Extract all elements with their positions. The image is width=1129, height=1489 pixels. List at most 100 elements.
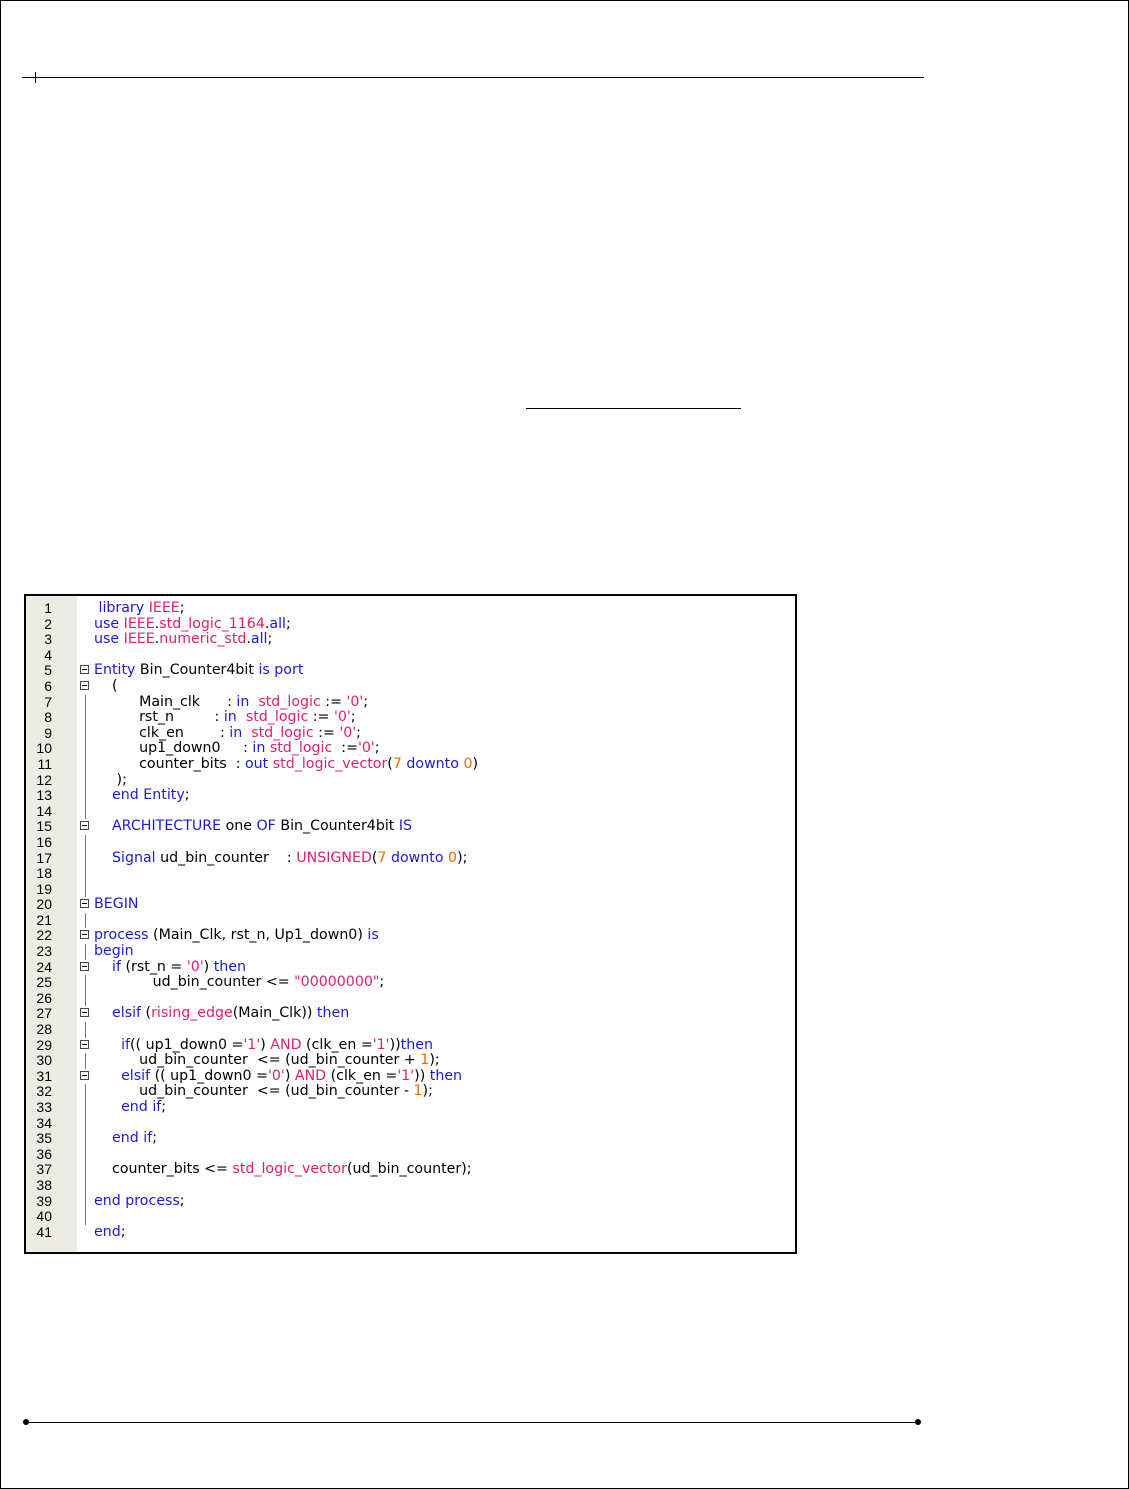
- code-token: end: [94, 1192, 121, 1209]
- code-line: 23 begin: [26, 943, 795, 960]
- code-text: Main_clk : in std_logic := '0';: [94, 693, 368, 711]
- fold-collapse-icon[interactable]: [80, 930, 89, 940]
- code-token: rising_edge: [151, 1005, 233, 1022]
- code-token: ud_bin_counter :: [155, 849, 297, 866]
- code-text: Entity Bin_Counter4bit is port: [94, 663, 303, 679]
- code-line: 5 Entity Bin_Counter4bit is port: [26, 663, 795, 679]
- code-line: 26: [26, 990, 795, 1007]
- line-number: 4: [44, 646, 52, 663]
- code-token: end: [121, 1099, 148, 1115]
- fold-collapse-icon[interactable]: [80, 899, 89, 909]
- code-text: clk_en : in std_logic := '0';: [94, 724, 361, 742]
- fold-guide-line: [85, 990, 86, 1007]
- code-token: downto: [390, 849, 444, 866]
- line-number: 10: [36, 740, 52, 757]
- code-token: IEEE: [123, 631, 155, 648]
- code-line: 8 rst_n : in std_logic := '0';: [26, 709, 795, 726]
- code-line: 25 ud_bin_counter <= "00000000";: [26, 974, 795, 991]
- code-text: counter_bits : out std_logic_vector(7 do…: [94, 755, 478, 773]
- line-number: 41: [36, 1223, 52, 1240]
- code-token: Signal: [112, 849, 156, 866]
- code-token: ud_bin_counter <= (ud_bin_counter -: [94, 1083, 414, 1100]
- code-text: end if;: [94, 1130, 157, 1147]
- line-number: 28: [36, 1021, 52, 1038]
- code-token: '1': [243, 1036, 261, 1053]
- code-line: 4: [26, 646, 795, 664]
- line-number: 39: [36, 1192, 52, 1209]
- code-token: out: [245, 755, 269, 772]
- code-token: if: [152, 1099, 162, 1115]
- code-token: ;: [120, 1223, 126, 1240]
- code-token: (ud_bin_counter);: [346, 1161, 472, 1178]
- code-token: ;: [356, 724, 361, 741]
- fold-guide-line: [85, 1162, 86, 1178]
- fold-collapse-icon[interactable]: [80, 1070, 89, 1080]
- fold-collapse-icon[interactable]: [80, 821, 89, 831]
- code-token: use: [94, 615, 120, 632]
- code-token: if: [112, 958, 121, 975]
- line-number: 3: [44, 631, 52, 648]
- line-number: 21: [36, 911, 52, 928]
- line-number: 8: [44, 709, 52, 726]
- code-token: then: [400, 1036, 433, 1053]
- code-token: ;: [374, 740, 380, 757]
- code-text: elsif (( up1_down0 ='0') AND (clk_en ='1…: [94, 1067, 463, 1085]
- fold-collapse-icon[interactable]: [80, 665, 89, 675]
- code-text: if(( up1_down0 ='1') AND (clk_en ='1'))t…: [94, 1036, 433, 1054]
- code-token: then: [429, 1067, 463, 1084]
- code-line: 2 use IEEE.std_logic_1164.all;: [26, 615, 795, 633]
- line-number: 31: [36, 1067, 52, 1084]
- code-line: 13 end Entity;: [26, 787, 795, 804]
- code-line: 38: [26, 1177, 795, 1194]
- code-token: IS: [398, 818, 413, 835]
- code-token: Main_clk :: [94, 693, 237, 710]
- fold-collapse-icon[interactable]: [80, 1008, 89, 1018]
- code-token: (( up1_down0 =: [150, 1067, 268, 1084]
- fold-collapse-icon[interactable]: [80, 680, 89, 690]
- code-token: IEEE: [123, 615, 155, 632]
- code-token: elsif: [121, 1067, 151, 1084]
- code-token: numeric_std: [159, 631, 247, 648]
- line-number: 30: [36, 1052, 52, 1069]
- fold-guide-line: [85, 1131, 86, 1147]
- code-token: '0': [346, 693, 364, 710]
- line-number: 40: [36, 1208, 52, 1225]
- code-token: in: [252, 740, 266, 757]
- code-line: 10 up1_down0 : in std_logic :='0';: [26, 741, 795, 757]
- line-number: 6: [44, 677, 52, 694]
- code-text: BEGIN: [94, 896, 139, 913]
- code-token: '0': [339, 724, 357, 741]
- code-token: );: [94, 771, 127, 788]
- code-text: library IEEE;: [94, 600, 185, 617]
- fold-guide-line: [85, 912, 86, 929]
- fold-guide-line: [85, 803, 86, 820]
- code-text: use IEEE.std_logic_1164.all;: [94, 615, 291, 633]
- code-line: 40: [26, 1209, 795, 1225]
- code-token: "00000000": [294, 974, 380, 991]
- code-token: if: [121, 1036, 130, 1053]
- fold-collapse-icon[interactable]: [80, 961, 89, 971]
- fold-guide-line: [85, 1177, 86, 1194]
- code-text: end Entity;: [94, 787, 190, 804]
- code-listing: 1 library IEEE; 2 use IEEE.std_logic_1164.…: [24, 594, 797, 1254]
- code-line: 17 Signal ud_bin_counter : UNSIGNED(7 do…: [26, 849, 795, 867]
- code-token: in: [229, 724, 243, 741]
- line-number: 1: [44, 600, 52, 616]
- code-token: std_logic_vector: [272, 755, 388, 772]
- code-text: if (rst_n = '0') then: [94, 958, 246, 976]
- code-token: ;: [184, 787, 190, 804]
- code-line: 20 BEGIN: [26, 896, 795, 913]
- footer-rule: [26, 1422, 920, 1423]
- code-line: 22 process (Main_Clk, rst_n, Up1_down0) i…: [26, 928, 795, 944]
- code-token: '0': [267, 1067, 285, 1084]
- fold-collapse-icon[interactable]: [80, 1039, 89, 1049]
- code-token: std_logic: [245, 709, 309, 726]
- code-text: (: [94, 678, 118, 695]
- fold-guide-line: [85, 756, 86, 773]
- title-underline: [526, 408, 741, 409]
